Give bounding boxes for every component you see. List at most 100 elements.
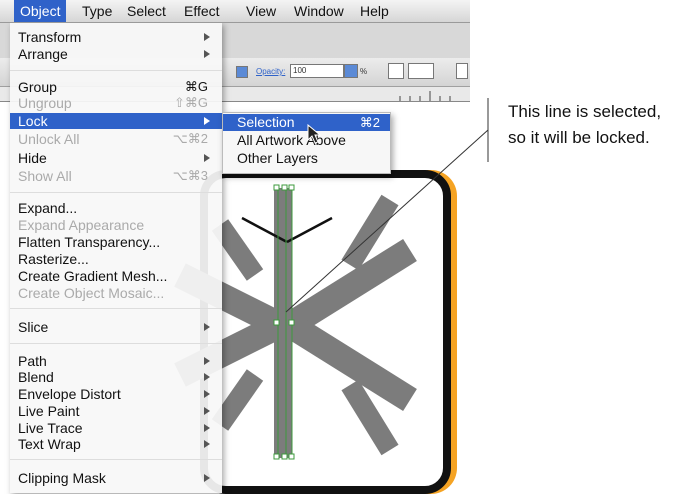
- menu-item-text-wrap[interactable]: Text Wrap: [10, 436, 222, 452]
- menu-item-label: Clipping Mask: [18, 470, 106, 486]
- menu-item-expand-appearance[interactable]: Expand Appearance: [10, 217, 222, 233]
- menu-item-label: Hide: [18, 150, 47, 166]
- selection-handle[interactable]: [288, 453, 295, 460]
- menu-item-label: Expand Appearance: [18, 217, 145, 233]
- submenu-item-label: Other Layers: [237, 150, 318, 166]
- menu-item-label: Text Wrap: [18, 436, 81, 452]
- menu-item-label: Lock: [18, 113, 48, 129]
- menu-separator: [10, 70, 222, 71]
- panel-icon[interactable]: [456, 63, 468, 79]
- menu-item-label: Blend: [18, 369, 54, 385]
- submenu-arrow-icon: [204, 33, 210, 41]
- submenu-arrow-icon: [204, 117, 210, 125]
- snowflake-branch-4: [211, 369, 264, 431]
- submenu-item-shortcut: ⌘2: [359, 115, 380, 130]
- selection-handle[interactable]: [273, 319, 280, 326]
- opacity-label[interactable]: Opacity:: [256, 67, 285, 76]
- menu-separator: [10, 308, 222, 309]
- menu-item-label: Create Gradient Mesh...: [18, 268, 168, 284]
- menu-separator: [10, 459, 222, 460]
- menu-item-envelope-distort[interactable]: Envelope Distort: [10, 386, 222, 402]
- menu-item-label: Live Paint: [18, 403, 80, 419]
- selection-handle[interactable]: [288, 319, 295, 326]
- opacity-stepper[interactable]: [344, 64, 358, 78]
- menu-item-create-gradient-mesh[interactable]: Create Gradient Mesh...: [10, 268, 222, 284]
- menu-item-label: Path: [18, 353, 47, 369]
- menu-item-slice[interactable]: Slice: [10, 319, 222, 335]
- menu-object[interactable]: Object: [14, 0, 67, 22]
- submenu-arrow-icon: [204, 154, 210, 162]
- selection-handle[interactable]: [273, 184, 280, 191]
- menu-item-label: Create Object Mosaic...: [18, 285, 165, 301]
- opacity-field[interactable]: 100: [290, 64, 344, 78]
- menu-item-live-trace[interactable]: Live Trace: [10, 420, 222, 436]
- menu-item-ungroup[interactable]: Ungroup ⇧⌘G: [10, 95, 222, 111]
- menu-item-label: Unlock All: [18, 131, 80, 147]
- menu-item-flatten-transparency[interactable]: Flatten Transparency...: [10, 234, 222, 250]
- menu-item-label: Slice: [18, 319, 49, 335]
- submenu-arrow-icon: [204, 474, 210, 482]
- submenu-arrow-icon: [204, 357, 210, 365]
- menu-item-label: Transform: [18, 29, 82, 45]
- menu-item-live-paint[interactable]: Live Paint: [10, 403, 222, 419]
- menu-item-label: Envelope Distort: [18, 386, 121, 402]
- menu-item-shortcut: ⇧⌘G: [173, 95, 208, 110]
- menu-item-shortcut: ⌥⌘2: [172, 131, 208, 146]
- selection-handle[interactable]: [281, 453, 288, 460]
- menu-item-label: Rasterize...: [18, 251, 89, 267]
- menu-type[interactable]: Type: [76, 0, 118, 22]
- snowflake-branch-1: [211, 219, 264, 281]
- submenu-arrow-icon: [204, 50, 210, 58]
- menu-item-create-object-mosaic[interactable]: Create Object Mosaic...: [10, 285, 222, 301]
- menu-item-expand[interactable]: Expand...: [10, 200, 222, 216]
- menu-item-label: Arrange: [18, 46, 68, 62]
- menu-item-arrange[interactable]: Arrange: [10, 46, 222, 62]
- menu-item-show-all[interactable]: Show All ⌥⌘3: [10, 168, 222, 184]
- submenu-arrow-icon: [204, 424, 210, 432]
- percent-label: %: [360, 67, 368, 76]
- menu-item-rasterize[interactable]: Rasterize...: [10, 251, 222, 267]
- menu-item-clipping-mask[interactable]: Clipping Mask: [10, 470, 222, 486]
- submenu-arrow-icon: [204, 407, 210, 415]
- submenu-item-label: All Artwork Above: [237, 132, 346, 148]
- menu-item-label: Live Trace: [18, 420, 83, 436]
- menu-item-path[interactable]: Path: [10, 353, 222, 369]
- menu-item-shortcut: ⌘G: [184, 79, 208, 94]
- menu-item-shortcut: ⌥⌘3: [172, 168, 208, 183]
- menu-window[interactable]: Window: [288, 0, 350, 22]
- align-icon[interactable]: [388, 63, 404, 79]
- opacity-value: 100: [293, 66, 307, 75]
- transform-icon[interactable]: [408, 63, 434, 79]
- submenu-arrow-icon: [204, 390, 210, 398]
- menu-select[interactable]: Select: [121, 0, 172, 22]
- callout-line-1: This line is selected,: [508, 102, 662, 121]
- menu-bar: Object Type Select Effect View Window He…: [0, 0, 470, 23]
- object-menu-dropdown: Transform Arrange Group ⌘G Ungroup ⇧⌘G L…: [10, 22, 222, 493]
- submenu-item-other-layers[interactable]: Other Layers: [223, 150, 390, 167]
- opacity-dropdown-toggle[interactable]: [236, 66, 248, 78]
- menu-item-label: Ungroup: [18, 95, 72, 111]
- callout-line-2: so it will be locked.: [508, 128, 650, 147]
- menu-effect[interactable]: Effect: [178, 0, 226, 22]
- submenu-arrow-icon: [204, 440, 210, 448]
- menu-item-unlock-all[interactable]: Unlock All ⌥⌘2: [10, 131, 222, 147]
- menu-separator: [10, 343, 222, 344]
- menu-item-hide[interactable]: Hide: [10, 150, 222, 166]
- submenu-item-label: Selection: [237, 114, 295, 130]
- menu-item-blend[interactable]: Blend: [10, 369, 222, 385]
- menu-item-transform[interactable]: Transform: [10, 29, 222, 45]
- menu-view[interactable]: View: [240, 0, 282, 22]
- menu-item-label: Show All: [18, 168, 72, 184]
- callout-text: This line is selected, so it will be loc…: [508, 99, 661, 151]
- submenu-arrow-icon: [204, 323, 210, 331]
- selection-handle[interactable]: [273, 453, 280, 460]
- menu-item-group[interactable]: Group ⌘G: [10, 79, 222, 95]
- menu-help[interactable]: Help: [354, 0, 395, 22]
- menu-item-label: Group: [18, 79, 57, 95]
- mouse-pointer-icon: [307, 124, 321, 144]
- menu-separator: [10, 192, 222, 193]
- menu-item-label: Flatten Transparency...: [18, 234, 161, 250]
- menu-item-label: Expand...: [18, 200, 78, 216]
- submenu-arrow-icon: [204, 373, 210, 381]
- menu-item-lock[interactable]: Lock: [10, 113, 222, 129]
